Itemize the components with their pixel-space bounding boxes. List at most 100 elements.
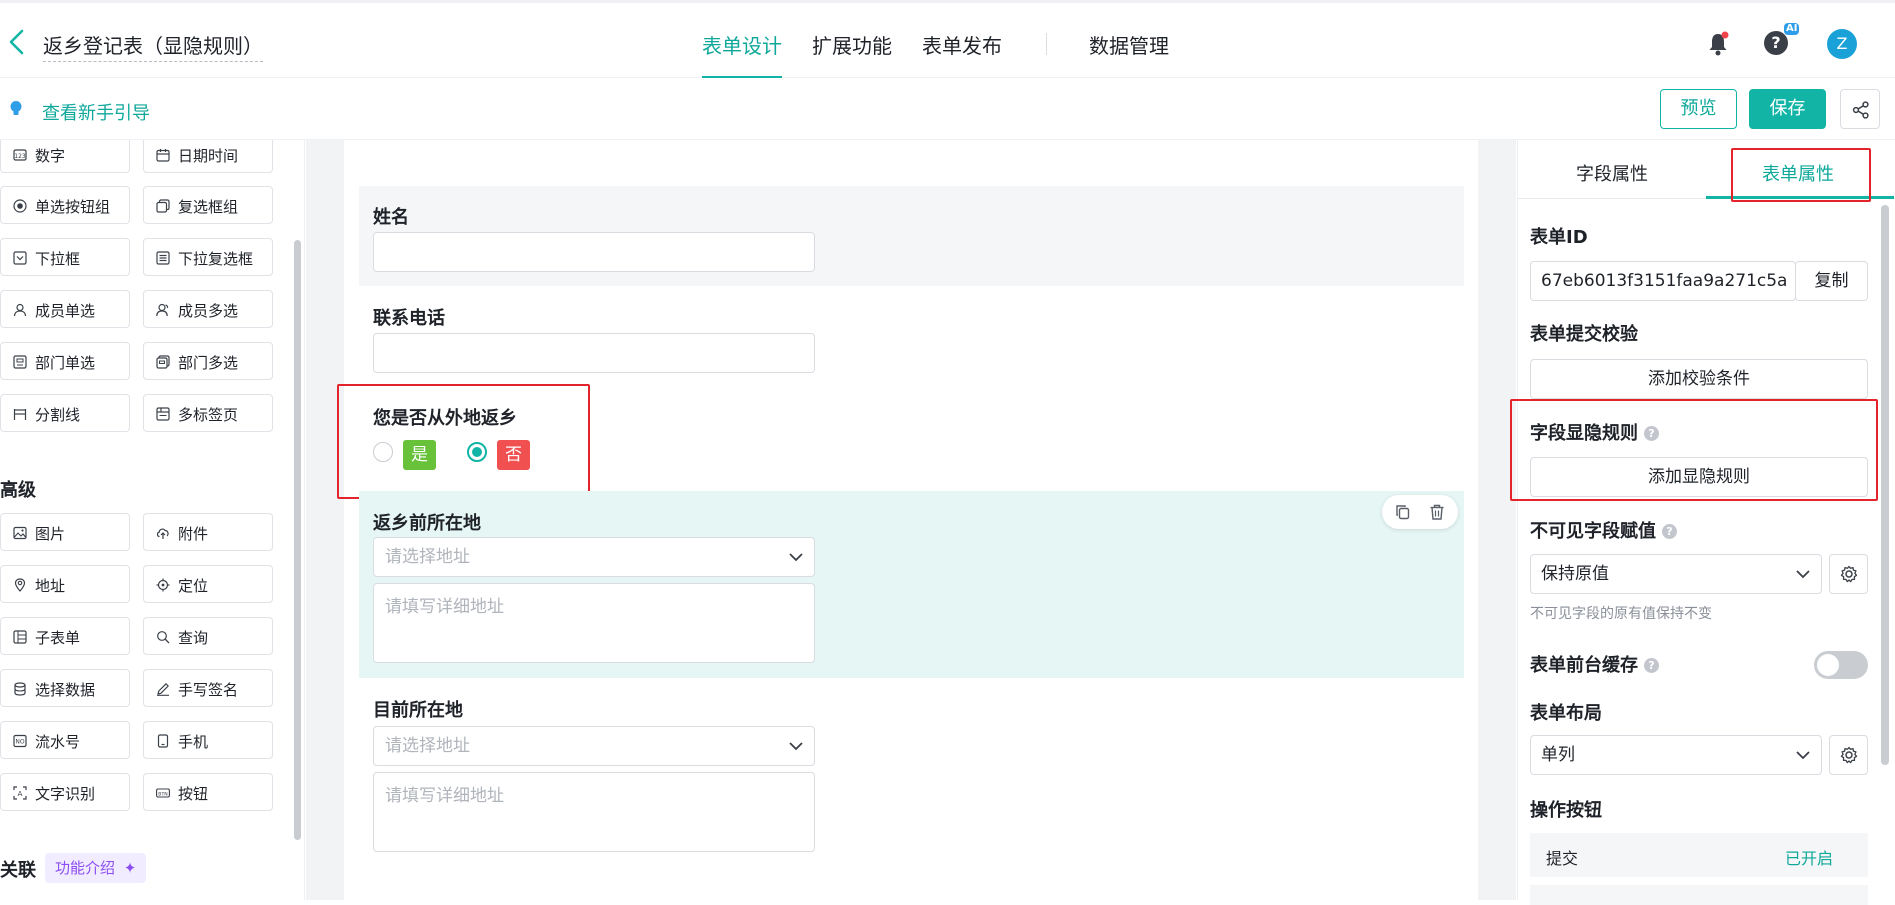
save-button[interactable]: 保存 [1749,89,1826,129]
widget-label: 文字识别 [35,785,96,803]
widget-datetime[interactable]: 日期时间 [143,140,273,173]
widget-number[interactable]: 123 数字 [0,140,130,173]
widget-select-data[interactable]: 选择数据 [0,669,130,707]
widget-label: 数字 [35,147,66,165]
preview-button[interactable]: 预览 [1660,89,1737,129]
form-layout-select[interactable]: 单列 [1530,735,1822,775]
form-layout-label: 表单布局 [1530,703,1602,724]
back-chevron-icon[interactable] [4,25,30,59]
attachment-icon [156,528,169,539]
widget-signature[interactable]: 手写签名 [143,669,273,707]
field-prev-location[interactable]: 返乡前所在地 请选择地址 请填写详细地址 [359,491,1464,678]
widget-label: 多标签页 [178,406,239,424]
departments-icon [156,355,170,369]
phone-icon [157,734,169,748]
field-name[interactable]: 姓名 [359,186,1464,286]
help-circle-icon[interactable]: ? [1662,524,1677,539]
widget-text-recognition[interactable]: A 文字识别 [0,773,130,811]
user-avatar[interactable]: Z [1827,29,1857,59]
widget-label: 单选按钮组 [35,198,111,216]
widget-query[interactable]: 查询 [143,617,273,655]
name-input[interactable] [373,232,815,272]
tab-field-properties[interactable]: 字段属性 [1576,160,1648,186]
widget-dropdown-multi[interactable]: 下拉复选框 [143,238,273,276]
copy-id-button[interactable]: 复制 [1795,261,1868,301]
current-detail-placeholder: 请填写详细地址 [385,786,504,806]
tab-extensions[interactable]: 扩展功能 [812,30,892,59]
field-actions [1382,495,1458,529]
widget-radio-group[interactable]: 单选按钮组 [0,186,130,224]
widget-positioning[interactable]: 定位 [143,565,273,603]
widget-phone[interactable]: 手机 [143,721,273,759]
notification-bell-icon[interactable] [1706,31,1730,57]
current-address-select[interactable]: 请选择地址 [373,726,815,766]
submit-action-status[interactable]: 已开启 [1785,845,1833,869]
tab-form-design[interactable]: 表单设计 [702,30,782,59]
members-icon [156,303,169,317]
widget-member-multi[interactable]: 成员多选 [143,290,273,328]
field-label-prev-location: 返乡前所在地 [373,513,481,534]
gear-icon [1840,565,1858,583]
current-detail-address[interactable]: 请填写详细地址 [373,772,815,852]
form-id-label: 表单ID [1530,227,1588,248]
layout-settings-button[interactable] [1829,735,1868,775]
widget-label: 附件 [178,525,209,543]
widget-palette: 123 数字 日期时间 单选按钮组 复选框组 下拉框 下拉复选框 成员单选 成员… [0,140,305,900]
frontend-cache-text: 表单前台缓存 [1530,655,1638,676]
widget-label: 图片 [35,525,66,543]
field-phone[interactable]: 联系电话 [359,290,1464,386]
phone-input[interactable] [373,333,815,373]
subform-icon [13,630,27,644]
frontend-cache-toggle[interactable] [1814,651,1868,679]
feature-intro-badge[interactable]: 功能介绍 ✦ [45,853,147,883]
highlight-visibility-rules [1510,399,1878,501]
widget-serial-number[interactable]: NO 流水号 [0,721,130,759]
svg-text:123: 123 [14,153,26,160]
widget-address[interactable]: 地址 [0,565,130,603]
gear-icon [1840,746,1858,764]
properties-panel: 字段属性 表单属性 表单ID 67eb6013f3151faa9a271c5a … [1510,140,1895,905]
widget-department-multi[interactable]: 部门多选 [143,342,273,380]
invisible-settings-button[interactable] [1829,554,1868,594]
widget-department-single[interactable]: 部门单选 [0,342,130,380]
copy-icon[interactable] [1395,504,1411,520]
prev-detail-address[interactable]: 请填写详细地址 [373,583,815,663]
add-validation-button[interactable]: 添加校验条件 [1530,359,1868,399]
help-circle-icon[interactable]: ? [1644,658,1659,673]
field-current-location[interactable]: 目前所在地 请选择地址 请填写详细地址 [359,680,1464,860]
form-title[interactable]: 返乡登记表（显隐规则） [43,30,263,62]
prev-address-select[interactable]: 请选择地址 [373,537,815,577]
widget-label: 成员单选 [35,302,96,320]
widget-attachment[interactable]: 附件 [143,513,273,551]
action-row-submit[interactable]: 提交 已开启 [1530,833,1868,877]
widget-label: 部门多选 [178,354,239,372]
widget-checkbox-group[interactable]: 复选框组 [143,186,273,224]
widget-button[interactable]: BTN 按钮 [143,773,273,811]
beginner-guide-link[interactable]: 查看新手引导 [42,99,150,125]
delete-icon[interactable] [1429,504,1445,520]
widget-member-single[interactable]: 成员单选 [0,290,130,328]
share-button[interactable] [1840,89,1880,129]
widget-subform[interactable]: 子表单 [0,617,130,655]
palette-scrollbar[interactable] [294,240,301,840]
widget-dropdown[interactable]: 下拉框 [0,238,130,276]
chevron-down-icon [789,553,803,562]
svg-text:BTN: BTN [158,791,167,797]
widget-label: 定位 [178,577,209,595]
prev-detail-placeholder: 请填写详细地址 [385,597,504,617]
properties-scrollbar[interactable] [1881,205,1889,765]
tab-form-publish[interactable]: 表单发布 [922,30,1002,59]
tab-data-management[interactable]: 数据管理 [1089,30,1169,59]
serial-number-icon: NO [13,734,27,748]
widget-image[interactable]: 图片 [0,513,130,551]
action-row-next [1530,885,1868,905]
field-label-phone: 联系电话 [373,308,445,329]
chevron-down-icon [789,742,803,751]
widget-multi-tabs[interactable]: 多标签页 [143,394,273,432]
widget-divider[interactable]: 分割线 [0,394,130,432]
invisible-assign-select[interactable]: 保持原值 [1530,554,1822,594]
form-id-field[interactable]: 67eb6013f3151faa9a271c5a [1530,261,1796,301]
help-icon[interactable]: ? [1764,31,1788,55]
chevron-down-icon [1796,751,1810,760]
pen-icon [157,683,169,696]
